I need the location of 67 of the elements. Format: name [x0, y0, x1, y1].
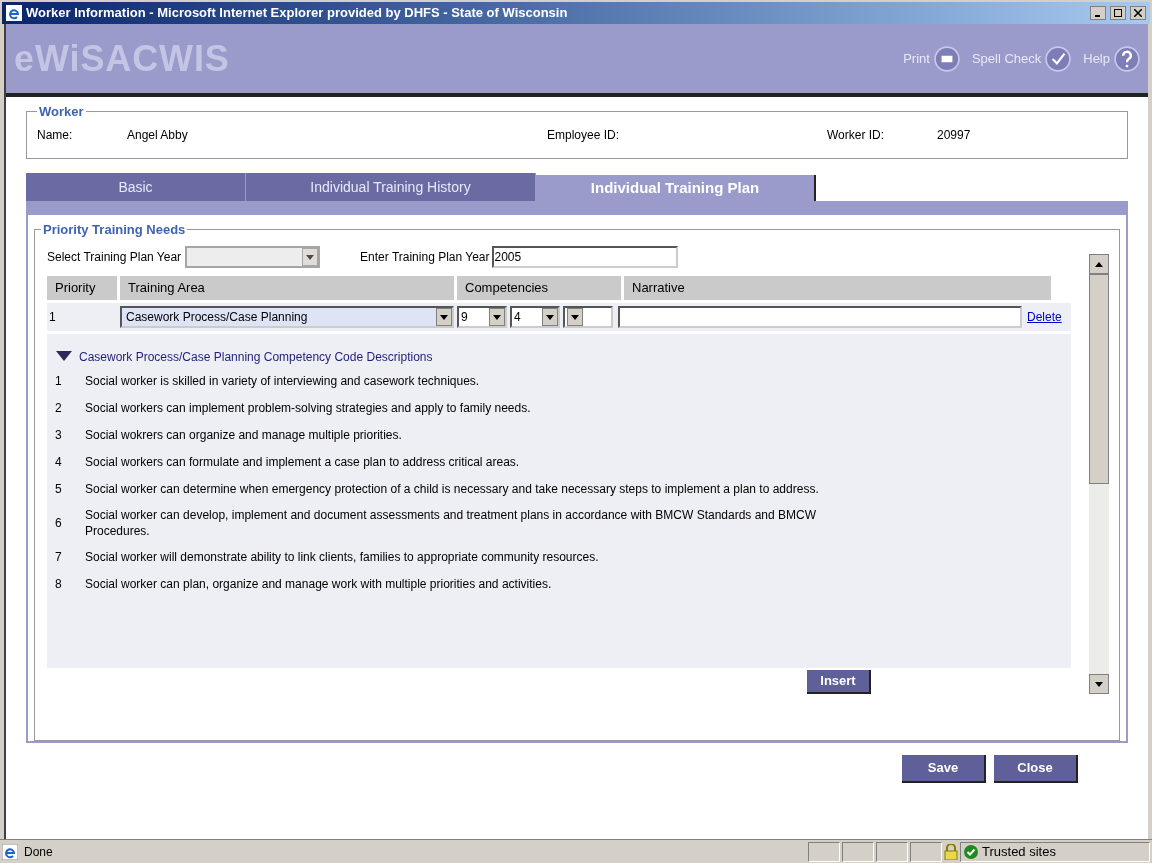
code-number: 6: [55, 515, 63, 532]
status-pane: [842, 841, 874, 862]
code-description: Social worker can determine when emergency protection of a child is necessary and take necessary steps to implement a plan to address.: [85, 481, 820, 497]
zone-text: Trusted sites: [982, 842, 1056, 861]
field-value: 20997: [937, 127, 971, 144]
status-text: Done: [24, 843, 54, 861]
field-label: Worker ID:: [827, 127, 886, 144]
close-button[interactable]: [1130, 6, 1146, 20]
code-number: 3: [55, 427, 63, 444]
code-description: Social workers can implement problem-solving strategies and apply to family needs.: [85, 400, 532, 416]
status-pane: [808, 841, 840, 862]
spell-check-icon[interactable]: [1045, 45, 1072, 72]
competency-select[interactable]: 9: [457, 306, 507, 328]
window-title: Worker Information - Microsoft Internet Explorer provided by DHFS - State of Wisconsin: [26, 4, 569, 23]
maximize-icon: [1114, 9, 1122, 17]
field-label: Enter Training Plan Year: [360, 249, 490, 266]
code-description: Social worker can develop, implement and document assessments and treatment plans in accordance with BMCW Standards and BMCW Procedures.: [85, 507, 817, 539]
browser-icon: [6, 5, 22, 21]
scroll-down-button[interactable]: [1089, 674, 1109, 694]
status-pane: [876, 841, 908, 862]
code-number: 2: [55, 400, 63, 417]
code-number: 8: [55, 576, 63, 593]
tab[interactable]: Individual Training History: [246, 173, 536, 201]
minimize-button[interactable]: [1090, 6, 1106, 20]
printer-icon[interactable]: [933, 45, 960, 72]
descriptions-title: Casework Process/Case Planning Competency Code Descriptions: [79, 349, 433, 366]
down-arrow-icon: [1095, 681, 1103, 687]
check-icon: [964, 844, 978, 859]
scrollbar[interactable]: [1089, 254, 1109, 694]
column-header: Competencies: [457, 276, 621, 300]
help-icon[interactable]: [1114, 45, 1140, 72]
close-icon: [1134, 9, 1142, 17]
code-description: Social worker will demonstrate ability to link clients, families to appropriate community resources.: [85, 549, 600, 565]
scroll-up-button[interactable]: [1089, 254, 1109, 274]
lock-icon: [944, 843, 958, 860]
priority-cell-text: 1: [48, 309, 57, 326]
column-header: Training Area: [120, 276, 454, 300]
column-header: Priority: [47, 276, 117, 300]
delete-link[interactable]: Delete: [1027, 308, 1062, 326]
code-description: Social workers can formulate and implement a case plan to address critical areas.: [85, 454, 521, 470]
page-icon: [2, 843, 18, 860]
maximize-button[interactable]: [1110, 6, 1126, 20]
code-number: 1: [55, 373, 63, 390]
code-description: Social worker is skilled in variety of interviewing and casework techniques.: [85, 373, 481, 389]
field-label: Select Training Plan Year: [47, 249, 182, 266]
code-description: Social worker can plan, organize and manage work with multiple priorities and activities.: [85, 576, 553, 592]
up-arrow-icon: [1095, 261, 1103, 267]
close-button[interactable]: Close: [994, 755, 1078, 783]
field-label: Employee ID:: [547, 127, 621, 144]
training-area-select[interactable]: Casework Process/Case Planning: [120, 306, 454, 328]
narrative-input[interactable]: [618, 306, 1022, 328]
year-input[interactable]: 2005: [491, 246, 678, 268]
column-header: Narrative: [624, 276, 1051, 300]
code-number: 7: [55, 549, 63, 566]
field-value: Angel Abby: [127, 127, 188, 144]
status-pane: [910, 841, 942, 862]
competency-select[interactable]: [563, 306, 613, 328]
code-description: Social wokrers can organize and manage multiple priorities.: [85, 427, 403, 443]
scroll-thumb[interactable]: [1089, 274, 1109, 484]
field-label: Name:: [37, 127, 74, 144]
competency-select[interactable]: 4: [510, 306, 560, 328]
tab[interactable]: Basic: [26, 173, 246, 201]
collapse-triangle-icon[interactable]: [55, 350, 73, 362]
insert-button[interactable]: Insert: [807, 670, 871, 694]
code-number: 4: [55, 454, 63, 471]
code-number: 5: [55, 481, 63, 498]
save-button[interactable]: Save: [902, 755, 986, 783]
